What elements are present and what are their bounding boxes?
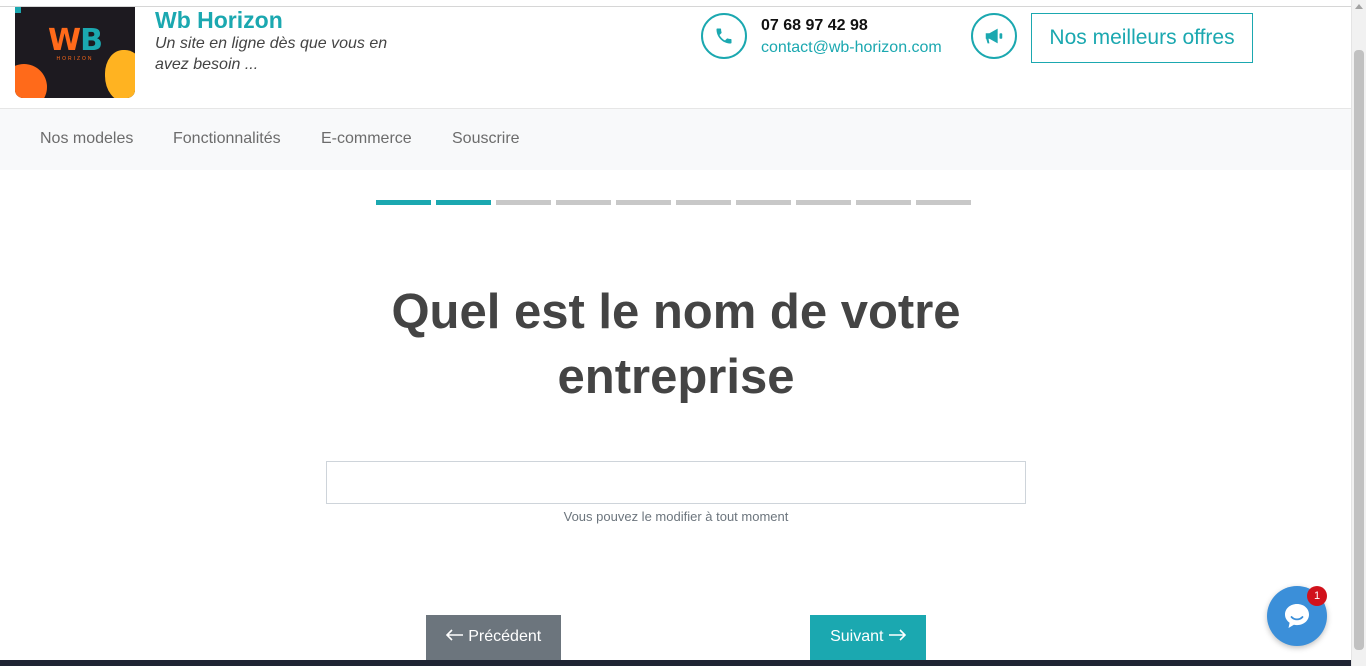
nav-item-modeles[interactable]: Nos modeles (40, 130, 133, 148)
nav-item-souscrire[interactable]: Souscrire (452, 130, 520, 148)
brand-name[interactable]: Wb Horizon (155, 7, 283, 34)
phone-number[interactable]: 07 68 97 42 98 (761, 17, 868, 35)
top-border (0, 0, 1351, 7)
next-button-label: Suivant (830, 628, 884, 645)
progress-segment (676, 200, 731, 205)
progress-segment (856, 200, 911, 205)
help-text: Vous pouvez le modifier à tout moment (563, 509, 789, 524)
megaphone-icon (971, 13, 1017, 59)
tagline: Un site en ligne dès que vous en avez be… (155, 35, 388, 73)
scroll-up-icon[interactable] (1355, 4, 1363, 9)
scrollbar-thumb[interactable] (1354, 50, 1364, 650)
progress-segment (496, 200, 551, 205)
page: WB HORIZON Wb Horizon Un site en ligne d… (0, 0, 1366, 666)
progress-segment (736, 200, 791, 205)
progress-segment (556, 200, 611, 205)
scrollbar[interactable] (1351, 0, 1366, 666)
progress-segment (436, 200, 491, 205)
logo-blob (15, 64, 47, 98)
company-name-input[interactable] (326, 461, 1026, 504)
arrow-right-icon (888, 629, 906, 641)
chat-notification-badge: 1 (1307, 586, 1327, 606)
progress-segment (616, 200, 671, 205)
logo-subtext: HORIZON (56, 56, 94, 62)
phone-icon (701, 13, 747, 59)
logo[interactable]: WB HORIZON (15, 7, 135, 98)
progress-segment (796, 200, 851, 205)
header: WB HORIZON Wb Horizon Un site en ligne d… (0, 7, 1351, 109)
email-link[interactable]: contact@wb-horizon.com (761, 39, 942, 57)
arrow-left-icon (445, 629, 463, 641)
best-offers-button[interactable]: Nos meilleurs offres (1031, 13, 1253, 63)
logo-letters: WB (48, 23, 103, 58)
main-nav: Nos modeles Fonctionnalités E-commerce S… (0, 109, 1351, 170)
footer-image-strip (0, 660, 1351, 666)
progress-segment (376, 200, 431, 205)
progress-segment (916, 200, 971, 205)
nav-item-fonctionnalites[interactable]: Fonctionnalités (173, 130, 281, 148)
next-button[interactable]: Suivant (810, 615, 926, 666)
nav-item-ecommerce[interactable]: E-commerce (321, 130, 412, 148)
question-title: Quel est le nom de votre entreprise (391, 285, 961, 404)
logo-blob (15, 7, 21, 13)
previous-button-label: Précédent (468, 628, 542, 645)
chat-bubble-icon (1285, 604, 1309, 628)
previous-button[interactable]: Précédent (426, 615, 561, 666)
